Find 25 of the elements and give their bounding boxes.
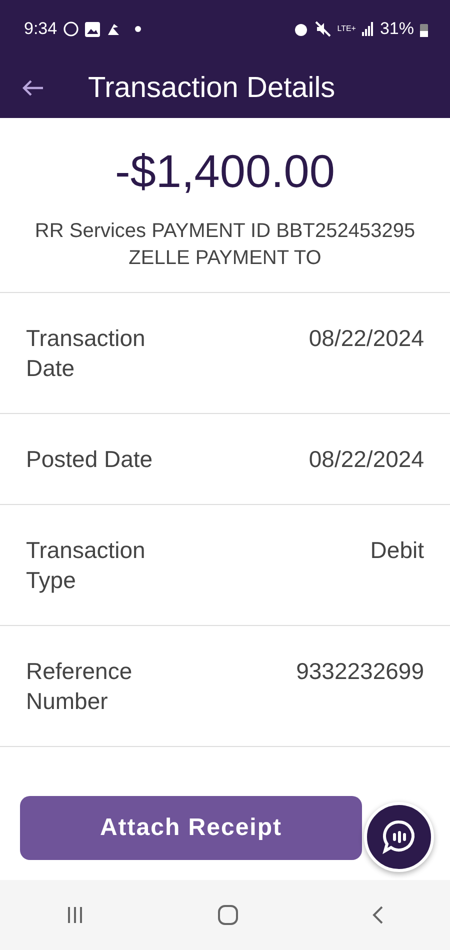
recent-apps-icon[interactable] bbox=[66, 906, 84, 924]
transaction-amount: -$1,400.00 bbox=[114, 144, 336, 198]
status-time: 9:34 bbox=[24, 19, 58, 39]
detail-value: 9332232699 bbox=[296, 657, 424, 686]
battery-percent: 31% bbox=[380, 19, 414, 39]
transaction-description: RR Services PAYMENT ID BBT252453295 ZELLE PAYMENT TO bbox=[34, 219, 416, 271]
detail-label: Reference Number bbox=[26, 657, 134, 716]
network-label: LTE+ bbox=[337, 25, 356, 33]
detail-label: Transaction Date bbox=[26, 324, 146, 383]
back-arrow-icon[interactable] bbox=[22, 79, 44, 97]
chat-button[interactable] bbox=[364, 802, 434, 872]
battery-icon bbox=[420, 22, 428, 36]
signal-icon bbox=[362, 22, 374, 36]
home-icon[interactable] bbox=[216, 904, 239, 926]
detail-label: Posted Date bbox=[26, 445, 154, 474]
detail-value: Debit bbox=[370, 536, 424, 565]
image-icon bbox=[85, 22, 100, 36]
page-title: Transaction Details bbox=[88, 72, 336, 104]
detail-value: 08/22/2024 bbox=[308, 324, 424, 353]
attach-receipt-button[interactable]: Attach Receipt bbox=[20, 796, 362, 860]
detail-value: 08/22/2024 bbox=[308, 445, 424, 474]
back-icon[interactable] bbox=[372, 905, 384, 925]
detail-label: Transaction Type bbox=[26, 536, 146, 595]
mute-icon bbox=[315, 21, 332, 37]
dot-icon bbox=[135, 26, 142, 32]
